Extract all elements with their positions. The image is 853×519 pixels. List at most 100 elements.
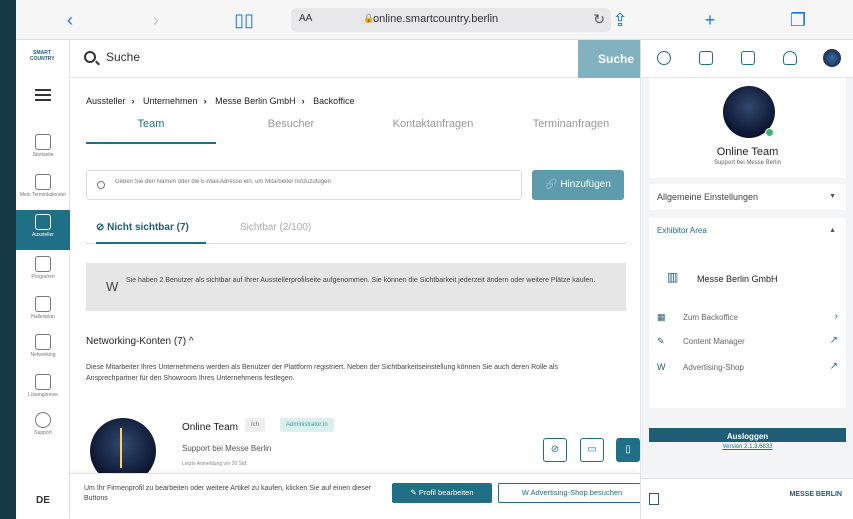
bookmarks-icon[interactable]: ▯▯ — [232, 8, 256, 32]
backoffice-link[interactable]: ▦ Zum Backoffice › — [657, 310, 838, 328]
version-link[interactable]: Version 2.1.3.6833 — [649, 444, 846, 450]
member-last-login: Letzte Anmeldung vor 20 Std. — [182, 461, 248, 467]
networking-description: Diese Mitarbeiter Ihres Unternehmens wer… — [86, 364, 558, 382]
question-icon — [35, 412, 51, 428]
footer-bar: Um Ihr Firmenprofil zu bearbeiten oder w… — [70, 473, 646, 519]
profile-name: Online Team — [716, 146, 779, 158]
breadcrumb-item[interactable]: Unternehmen — [143, 96, 198, 106]
search-icon — [97, 181, 105, 189]
language-switch[interactable]: DE — [16, 495, 70, 506]
avatar[interactable] — [823, 49, 841, 67]
menu-icon[interactable] — [35, 89, 51, 101]
info-text: Sie haben 2 Benutzer als sichtbar auf Ih… — [126, 277, 596, 284]
document-icon[interactable] — [649, 493, 659, 505]
share-icon[interactable]: ⇪ — [608, 8, 632, 32]
app-screen: ‹ › ▯▯ AA 🔒 online.smartcountry.berlin ↻… — [16, 0, 853, 519]
messe-berlin-logo: MESSE BERLIN — [789, 491, 842, 498]
url-text: online.smartcountry.berlin — [373, 13, 499, 25]
chevron-down-icon: ▼ — [829, 193, 836, 200]
exhibitor-area-title[interactable]: Exhibitor Area — [657, 226, 707, 235]
tab-not-visible[interactable]: ⊘ Nicht sichtbar (7) — [96, 222, 206, 244]
users-icon — [35, 174, 51, 190]
advertising-shop-link[interactable]: W Advertising-Shop ↗ — [657, 360, 838, 378]
nav-item-hallenplan[interactable]: Hallenplan — [16, 292, 70, 332]
nav-item-support[interactable]: Support — [16, 408, 70, 448]
tab-visible[interactable]: Sichtbar (2/100) — [240, 222, 340, 244]
user-icon[interactable] — [657, 51, 671, 65]
external-link-icon: ↗ — [829, 335, 838, 346]
delete-button[interactable]: ▯ — [616, 438, 640, 462]
logout-button[interactable]: Ausloggen — [649, 428, 846, 442]
trash-icon: ▯ — [625, 444, 631, 455]
chevron-right-icon: › — [834, 311, 838, 322]
people-icon — [35, 374, 51, 390]
nav-item-loesungsreise[interactable]: Lösungsreise — [16, 370, 70, 410]
profile-panel: Online Team Support bei Messe Berlin All… — [640, 78, 853, 519]
calendar-icon[interactable] — [741, 51, 755, 65]
tab-bar: Team Besucher Kontaktanfragen Terminanfr… — [86, 118, 626, 144]
profile-card: Online Team Support bei Messe Berlin — [649, 78, 846, 178]
logo[interactable]: SMART COUNTRY — [30, 50, 55, 64]
w-icon: W — [657, 362, 666, 372]
search-icon — [84, 51, 96, 63]
external-link-icon: ↗ — [829, 361, 838, 372]
breadcrumb-item[interactable]: Messe Berlin GmbH — [215, 96, 296, 106]
nav-item-networking[interactable]: Networking — [16, 330, 70, 370]
member-role: Support bei Messe Berlin — [182, 444, 272, 453]
company-item[interactable]: ▥ Messe Berlin GmbH — [657, 262, 838, 298]
back-icon[interactable]: ‹ — [58, 8, 82, 32]
nav-item-programm[interactable]: Programm — [16, 252, 70, 292]
eye-off-icon: ⊘ — [550, 444, 560, 455]
visibility-toggle-button[interactable]: ⊘ — [543, 438, 567, 462]
calendar-icon — [35, 256, 51, 272]
member-name: Online Team — [182, 422, 238, 433]
self-badge: Ich — [245, 418, 266, 432]
user-toolbar — [640, 40, 853, 78]
tab-kontaktanfragen[interactable]: Kontaktanfragen — [368, 118, 498, 144]
floorplan-icon — [35, 296, 51, 312]
content-manager-link[interactable]: ✎ Content Manager ↗ — [657, 334, 838, 352]
member-search-field[interactable] — [86, 170, 522, 200]
general-settings-row[interactable]: Allgemeine Einstellungen ▼ — [649, 184, 846, 210]
home-icon — [35, 134, 51, 150]
tab-terminanfragen[interactable]: Terminanfragen — [506, 118, 636, 144]
search-input[interactable] — [106, 50, 556, 64]
chevron-up-icon: ▲ — [829, 227, 836, 234]
role-badge: Administrator:in — [280, 418, 334, 432]
forward-icon[interactable]: › — [144, 8, 168, 32]
left-navigation: SMART COUNTRY Startseite Mein Terminkale… — [16, 40, 70, 519]
address-bar[interactable]: AA 🔒 online.smartcountry.berlin ↻ — [291, 8, 611, 32]
eye-off-icon: ⊘ — [96, 222, 108, 233]
networking-title[interactable]: Networking-Konten (7) ^ — [86, 336, 194, 347]
edit-profile-button[interactable]: ✎ Profil bearbeiten — [392, 483, 492, 503]
reload-icon[interactable]: ↻ — [593, 11, 605, 28]
link-icon: 🔗 — [545, 179, 561, 190]
w-icon: W — [106, 279, 119, 294]
profile-subtitle: Support bei Messe Berlin — [713, 160, 782, 166]
nav-item-terminkalender[interactable]: Mein Terminkalender — [16, 170, 70, 210]
chevron-up-icon: ^ — [188, 336, 194, 347]
pencil-icon: ✎ — [657, 336, 665, 346]
tab-team[interactable]: Team — [86, 118, 216, 144]
breadcrumb-item: Backoffice — [313, 96, 355, 106]
nav-item-startseite[interactable]: Startseite — [16, 130, 70, 170]
breadcrumb-item[interactable]: Aussteller — [86, 96, 126, 106]
pencil-icon: ✎ — [410, 488, 419, 497]
chat-icon[interactable] — [699, 51, 713, 65]
grid-icon — [35, 214, 51, 230]
add-member-button[interactable]: 🔗 Hinzufügen — [532, 170, 624, 200]
network-icon — [35, 334, 51, 350]
member-search-input[interactable] — [115, 179, 515, 185]
tab-besucher[interactable]: Besucher — [226, 118, 356, 144]
new-tab-icon[interactable]: + — [698, 8, 722, 32]
contact-person-button[interactable]: ▭ — [580, 438, 604, 462]
tabs-icon[interactable]: ❐ — [786, 8, 810, 32]
grid-icon: ▦ — [657, 312, 666, 322]
advertising-shop-button[interactable]: W Advertising-Shop besuchen — [498, 483, 646, 503]
text-size-button[interactable]: AA — [299, 13, 312, 24]
bell-icon[interactable] — [783, 51, 797, 65]
nav-item-aussteller[interactable]: Aussteller — [16, 210, 70, 250]
search-bar: Suche — [70, 40, 654, 78]
main-content: Aussteller › Unternehmen › Messe Berlin Gm… — [70, 78, 646, 519]
online-status-icon — [765, 128, 774, 137]
